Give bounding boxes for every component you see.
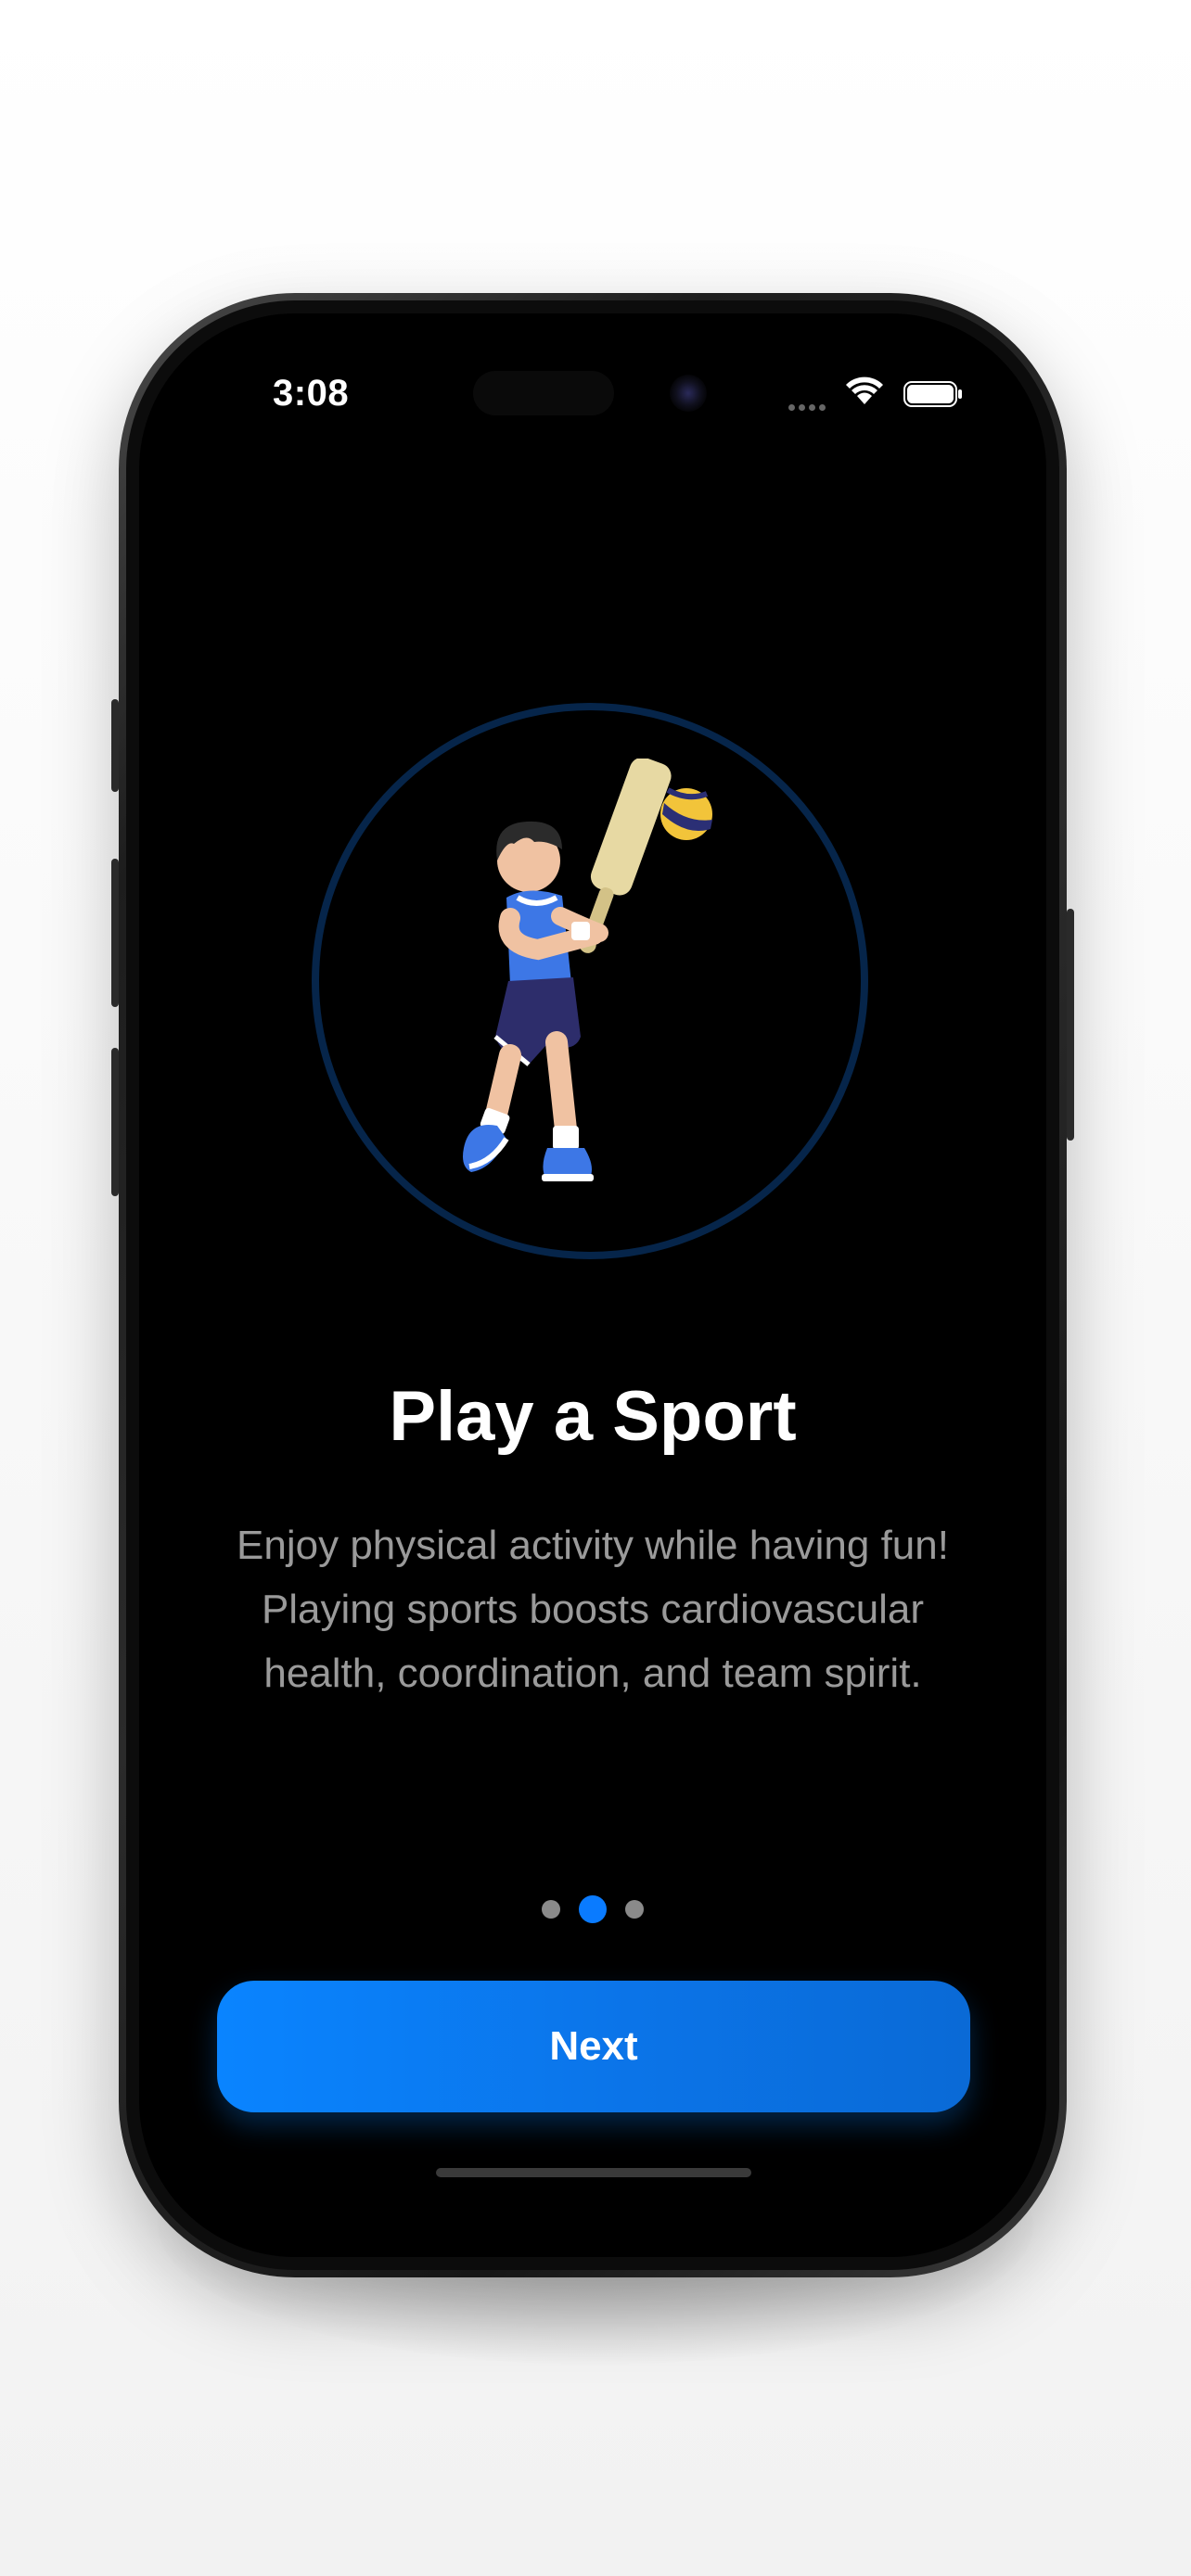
dynamic-island bbox=[473, 371, 614, 415]
status-bar: 3:08 bbox=[139, 313, 1046, 415]
wifi-icon bbox=[846, 376, 883, 404]
page-dot-2-active[interactable] bbox=[579, 1895, 607, 1923]
home-indicator[interactable] bbox=[436, 2168, 751, 2177]
page-indicator bbox=[139, 1895, 1046, 1923]
action-button bbox=[111, 699, 119, 792]
status-time: 3:08 bbox=[273, 373, 350, 414]
onboarding-description: Enjoy physical activity while having fun… bbox=[237, 1523, 949, 1696]
page-dot-1[interactable] bbox=[541, 1900, 560, 1919]
volume-down-button bbox=[111, 1048, 119, 1196]
battery-icon bbox=[903, 381, 962, 407]
cellular-signal-icon bbox=[788, 399, 833, 411]
front-camera bbox=[670, 375, 707, 412]
onboarding-title: Play a Sport bbox=[389, 1377, 797, 1456]
page-dot-3[interactable] bbox=[625, 1900, 645, 1919]
app-screen: 3:08 Play a Sport Enjoy physical activit… bbox=[139, 313, 1046, 2257]
power-button bbox=[1067, 909, 1074, 1141]
cricket-player-illustration bbox=[463, 759, 712, 1181]
next-button[interactable]: Next bbox=[217, 1981, 970, 2112]
volume-up-button bbox=[111, 859, 119, 1007]
